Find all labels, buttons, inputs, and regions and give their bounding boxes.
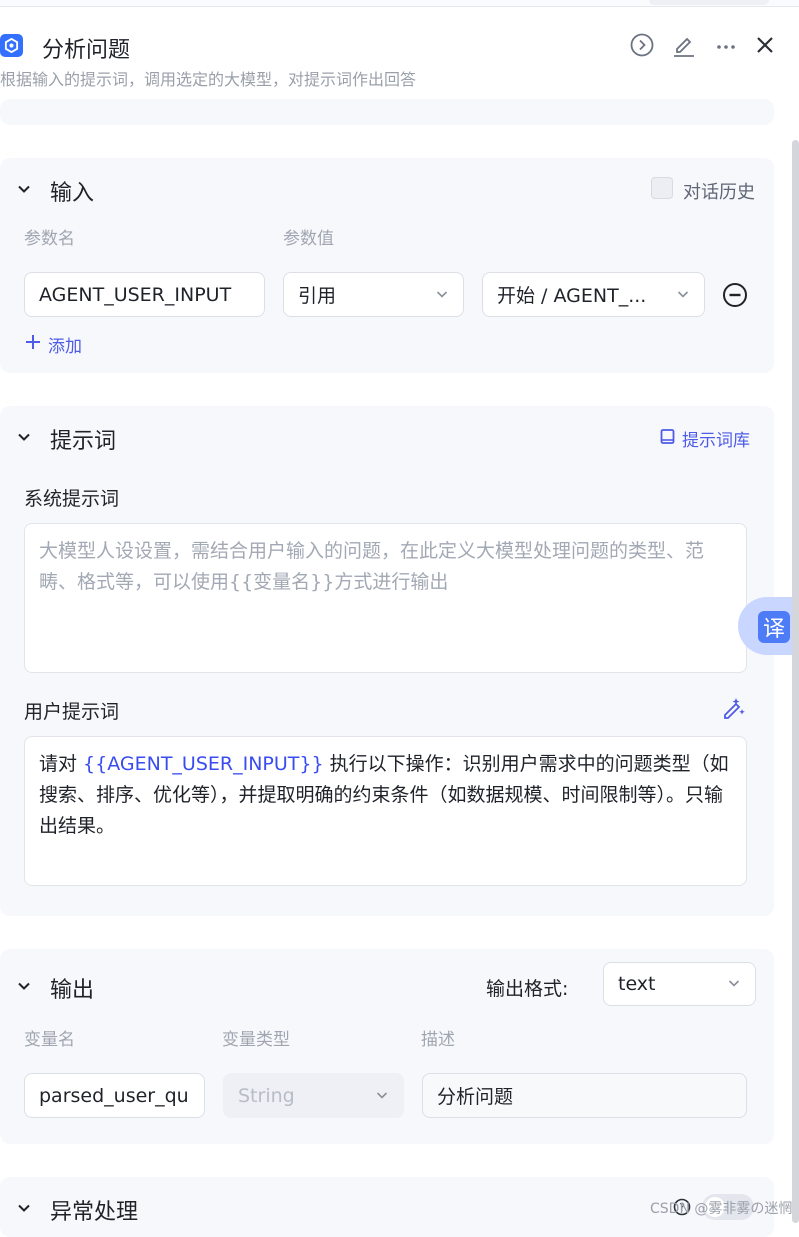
output-format-label: 输出格式: bbox=[486, 978, 569, 1000]
user-prompt-prefix: 请对 bbox=[39, 753, 84, 775]
chevron-down-icon[interactable] bbox=[14, 1198, 34, 1218]
output-var-type-value: String bbox=[238, 1084, 295, 1107]
prompt-variable: {{AGENT_USER_INPUT}} bbox=[83, 753, 324, 775]
chevron-down-icon[interactable] bbox=[14, 427, 34, 447]
translate-icon[interactable]: 译 bbox=[758, 611, 790, 643]
output-var-name-input[interactable]: parsed_user_qu bbox=[24, 1073, 205, 1118]
user-prompt-label: 用户提示词 bbox=[24, 701, 120, 723]
ref-value-text: 开始 / AGENT_... bbox=[497, 285, 647, 307]
chevron-down-icon bbox=[375, 1085, 389, 1107]
col-param-name: 参数名 bbox=[24, 229, 75, 249]
edit-icon[interactable] bbox=[671, 30, 697, 60]
tab-indicator bbox=[649, 0, 769, 5]
output-var-name-value: parsed_user_qu bbox=[39, 1084, 189, 1107]
llm-node-icon bbox=[0, 34, 23, 57]
output-var-type-select: String bbox=[223, 1073, 404, 1118]
chevron-down-icon[interactable] bbox=[14, 179, 34, 199]
ref-type-select[interactable]: 引用 bbox=[283, 272, 464, 317]
section-title-exception: 异常处理 bbox=[50, 1200, 139, 1225]
watermark: CSDN @雾非雾の迷惘 bbox=[650, 1201, 793, 1217]
user-prompt-textarea[interactable]: 请对 {{AGENT_USER_INPUT}} 执行以下操作：识别用户需求中的问… bbox=[24, 736, 747, 886]
chevron-down-icon bbox=[435, 284, 449, 306]
output-description-value: 分析问题 bbox=[437, 1086, 514, 1108]
history-label: 对话历史 bbox=[683, 182, 755, 203]
add-param-button[interactable]: 添加 bbox=[24, 332, 82, 357]
ref-type-value: 引用 bbox=[298, 285, 337, 307]
close-icon[interactable] bbox=[752, 30, 778, 60]
col-var-name: 变量名 bbox=[24, 1030, 75, 1050]
output-format-value: text bbox=[618, 973, 656, 995]
add-param-label: 添加 bbox=[48, 337, 82, 357]
run-icon[interactable] bbox=[629, 30, 655, 60]
plus-icon bbox=[24, 333, 42, 356]
ai-optimize-icon[interactable] bbox=[720, 694, 748, 722]
ref-value-select[interactable]: 开始 / AGENT_... bbox=[482, 272, 705, 317]
book-icon bbox=[659, 428, 676, 450]
history-checkbox[interactable] bbox=[651, 177, 673, 199]
col-description: 描述 bbox=[421, 1030, 455, 1050]
chevron-down-icon[interactable] bbox=[14, 976, 34, 996]
section-title-input: 输入 bbox=[50, 181, 95, 206]
prompt-library-label: 提示词库 bbox=[682, 431, 750, 451]
col-param-value: 参数值 bbox=[283, 229, 334, 249]
remove-param-icon[interactable] bbox=[721, 281, 749, 309]
param-name-value: AGENT_USER_INPUT bbox=[39, 283, 232, 306]
system-prompt-textarea[interactable]: 大模型人设设置，需结合用户输入的问题，在此定义大模型处理问题的类型、范畴、格式等… bbox=[24, 523, 747, 673]
col-var-type: 变量类型 bbox=[222, 1030, 290, 1050]
output-format-select[interactable]: text bbox=[603, 962, 756, 1006]
settings-strip bbox=[0, 99, 774, 125]
section-title-output: 输出 bbox=[50, 978, 95, 1003]
section-title-prompt: 提示词 bbox=[50, 429, 117, 454]
node-title[interactable]: 分析问题 bbox=[42, 32, 130, 64]
param-name-input[interactable]: AGENT_USER_INPUT bbox=[24, 272, 265, 317]
output-description-input[interactable]: 分析问题 bbox=[422, 1073, 747, 1118]
prompt-library-link[interactable]: 提示词库 bbox=[659, 426, 750, 451]
chevron-down-icon bbox=[676, 284, 690, 306]
chevron-down-icon bbox=[727, 973, 741, 995]
scrollbar[interactable] bbox=[792, 140, 799, 1223]
more-icon[interactable] bbox=[713, 30, 739, 60]
system-prompt-label: 系统提示词 bbox=[24, 488, 120, 510]
node-description: 根据输入的提示词，调用选定的大模型，对提示词作出回答 bbox=[0, 70, 417, 89]
